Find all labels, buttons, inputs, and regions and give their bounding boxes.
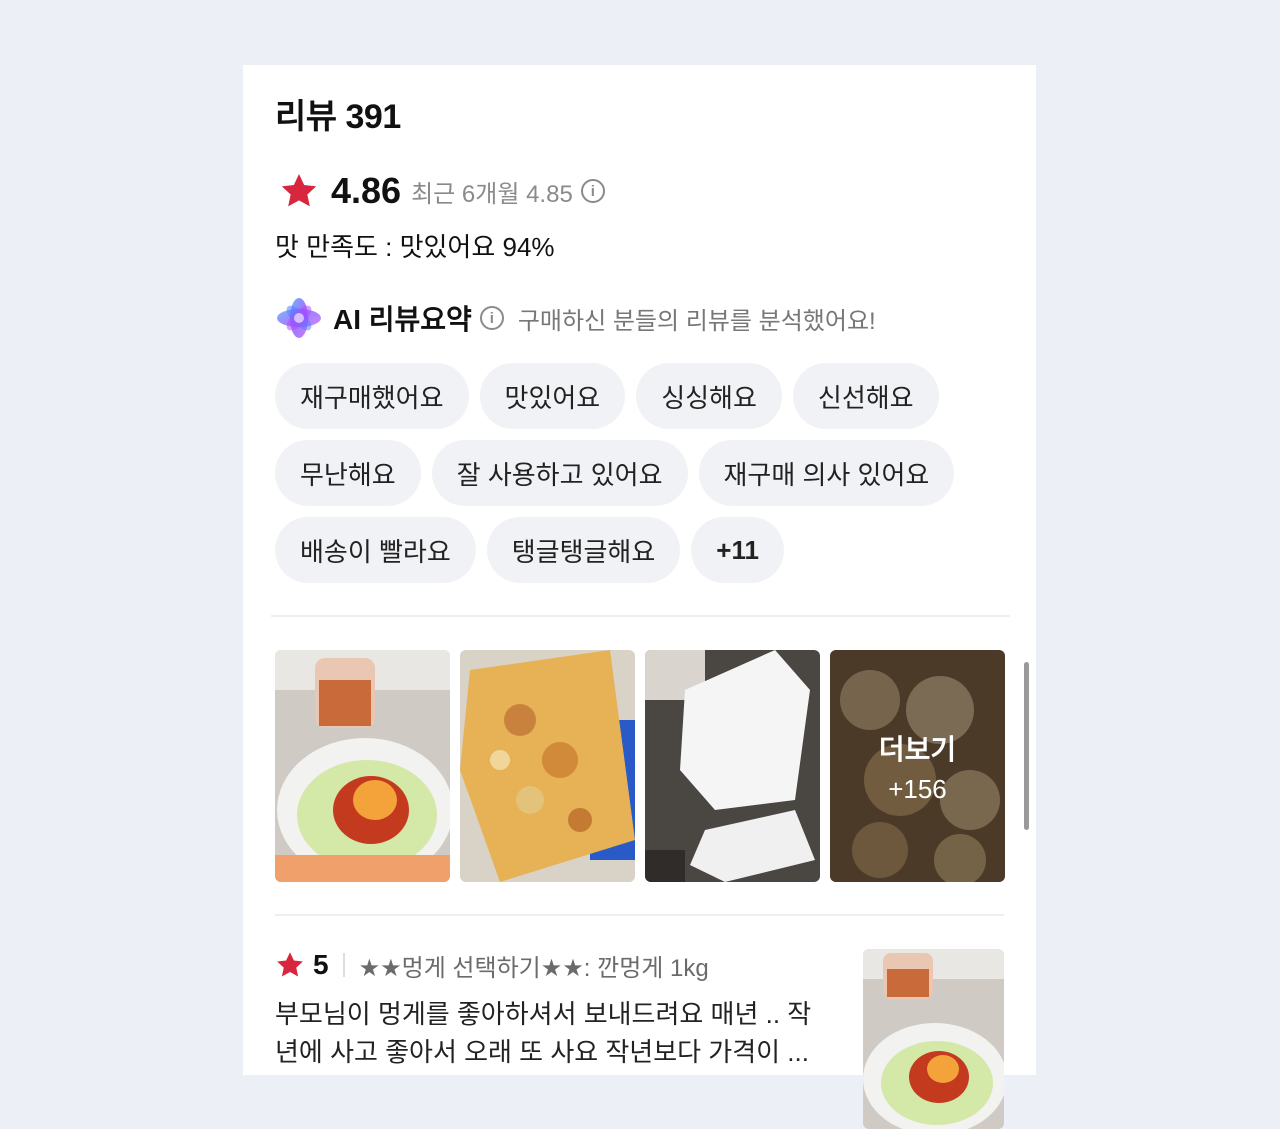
divider [271, 615, 1010, 617]
ai-summary-description: 구매하신 분들의 리뷰를 분석했어요! [517, 307, 876, 335]
more-tags-button[interactable]: +11 [691, 517, 784, 583]
review-photo[interactable] [645, 650, 820, 882]
review-title: 리뷰 391 [275, 98, 401, 136]
star-icon [275, 950, 305, 980]
summary-tag[interactable]: 재구매 의사 있어요 [698, 440, 955, 506]
summary-tag[interactable]: 재구매했어요 [275, 363, 469, 429]
ai-summary-title: AI 리뷰요약 [333, 304, 472, 335]
review-thumbnail[interactable] [863, 949, 1004, 1129]
summary-tag[interactable]: 맛있어요 [479, 363, 626, 429]
review-photo-strip: 더보기 +156 [275, 650, 1005, 882]
summary-tag[interactable]: 신선해요 [792, 363, 939, 429]
review-score: 5 [313, 949, 329, 980]
scrollbar[interactable] [1024, 662, 1029, 830]
divider [275, 914, 1004, 916]
summary-tag[interactable]: 잘 사용하고 있어요 [431, 440, 688, 506]
rating-value: 4.86 [331, 170, 402, 211]
info-icon[interactable]: i [479, 306, 504, 330]
summary-tag[interactable]: 싱싱해요 [636, 363, 782, 429]
ai-summary-tags: 재구매했어요 맛있어요 싱싱해요 신선해요 무난해요 잘 사용하고 있어요 재구… [275, 363, 995, 583]
review-photo-more[interactable]: 더보기 +156 [830, 650, 1005, 882]
info-icon[interactable]: i [580, 179, 605, 203]
photo-more-overlay: 더보기 +156 [830, 650, 1005, 882]
recent-rating-label: 최근 6개월 4.85 [411, 180, 573, 208]
review-text: 부모님이 멍게를 좋아하셔서 보내드려요 매년 .. 작년에 사고 좋아서 오래… [275, 999, 812, 1067]
review-photo[interactable] [460, 650, 635, 882]
summary-tag[interactable]: 배송이 빨라요 [275, 517, 476, 583]
meta-separator [342, 953, 345, 977]
star-icon [279, 171, 319, 211]
summary-tag[interactable]: 무난해요 [275, 440, 421, 506]
more-photos-label: 더보기 [878, 733, 957, 765]
summary-tag[interactable]: 탱글탱글해요 [486, 517, 681, 583]
review-option: ★★멍게 선택하기★★: 깐멍게 1kg [358, 954, 709, 982]
more-photos-count: +156 [888, 773, 947, 804]
ai-summary-header: AI 리뷰요약 i 구매하신 분들의 리뷰를 분석했어요! [275, 295, 876, 341]
review-card: 리뷰 391 4.86 최근 6개월 4.85 i 맛 만족도 : 맛있어요 9… [243, 65, 1036, 1129]
review-photo[interactable] [275, 650, 450, 882]
ai-sparkle-icon [275, 296, 323, 340]
taste-satisfaction: 맛 만족도 : 맛있어요 94% [275, 232, 555, 262]
rating-row: 4.86 최근 6개월 4.85 i [279, 169, 605, 213]
